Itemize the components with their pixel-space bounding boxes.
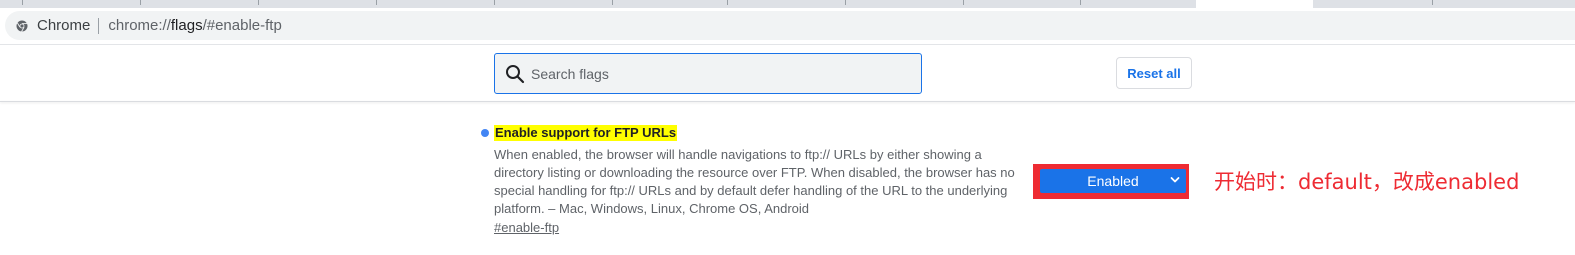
modified-indicator-dot — [481, 129, 489, 137]
header-divider — [0, 101, 1575, 102]
experiment-permalink[interactable]: #enable-ftp — [494, 220, 559, 235]
toolbar-bottom-border — [0, 44, 1575, 45]
tab-separator — [494, 0, 495, 5]
url-host: flags — [170, 17, 203, 34]
annotation-note: 开始时：default，改成enabled — [1214, 170, 1520, 194]
address-bar-chip-label: Chrome — [37, 17, 91, 34]
tab-strip-inactive-left — [0, 0, 1196, 8]
tab-separator — [612, 0, 613, 5]
tab-separator — [845, 0, 846, 5]
address-bar-divider — [98, 17, 100, 34]
tab-separator — [258, 0, 259, 5]
experiment-description: When enabled, the browser will handle na… — [494, 147, 1015, 216]
chrome-logo-icon — [16, 20, 28, 32]
tab-separator — [376, 0, 377, 5]
experiment-title: Enable support for FTP URLs — [494, 125, 678, 141]
experiment-state-select[interactable]: Enabled — [1040, 169, 1186, 193]
reset-all-button[interactable]: Reset all — [1116, 57, 1192, 89]
tab-separator — [1432, 0, 1433, 5]
url-path: /#enable-ftp — [202, 17, 282, 34]
tab-separator — [963, 0, 964, 5]
search-icon — [505, 64, 525, 84]
select-value: Enabled — [1087, 173, 1139, 189]
address-bar-url[interactable]: chrome://flags/#enable-ftp — [108, 17, 281, 34]
search-flags-box[interactable] — [494, 53, 922, 94]
tab-separator — [22, 0, 23, 5]
chevron-down-icon — [1170, 175, 1180, 185]
address-bar[interactable]: Chrome chrome://flags/#enable-ftp — [5, 11, 1575, 40]
search-input[interactable] — [531, 65, 891, 82]
tab-separator — [1080, 0, 1081, 5]
tab-strip — [0, 0, 1575, 9]
tab-strip-inactive-right — [1313, 0, 1575, 8]
tab-separator — [727, 0, 728, 5]
tab-separator — [140, 0, 141, 5]
url-prefix: chrome:// — [108, 17, 171, 34]
